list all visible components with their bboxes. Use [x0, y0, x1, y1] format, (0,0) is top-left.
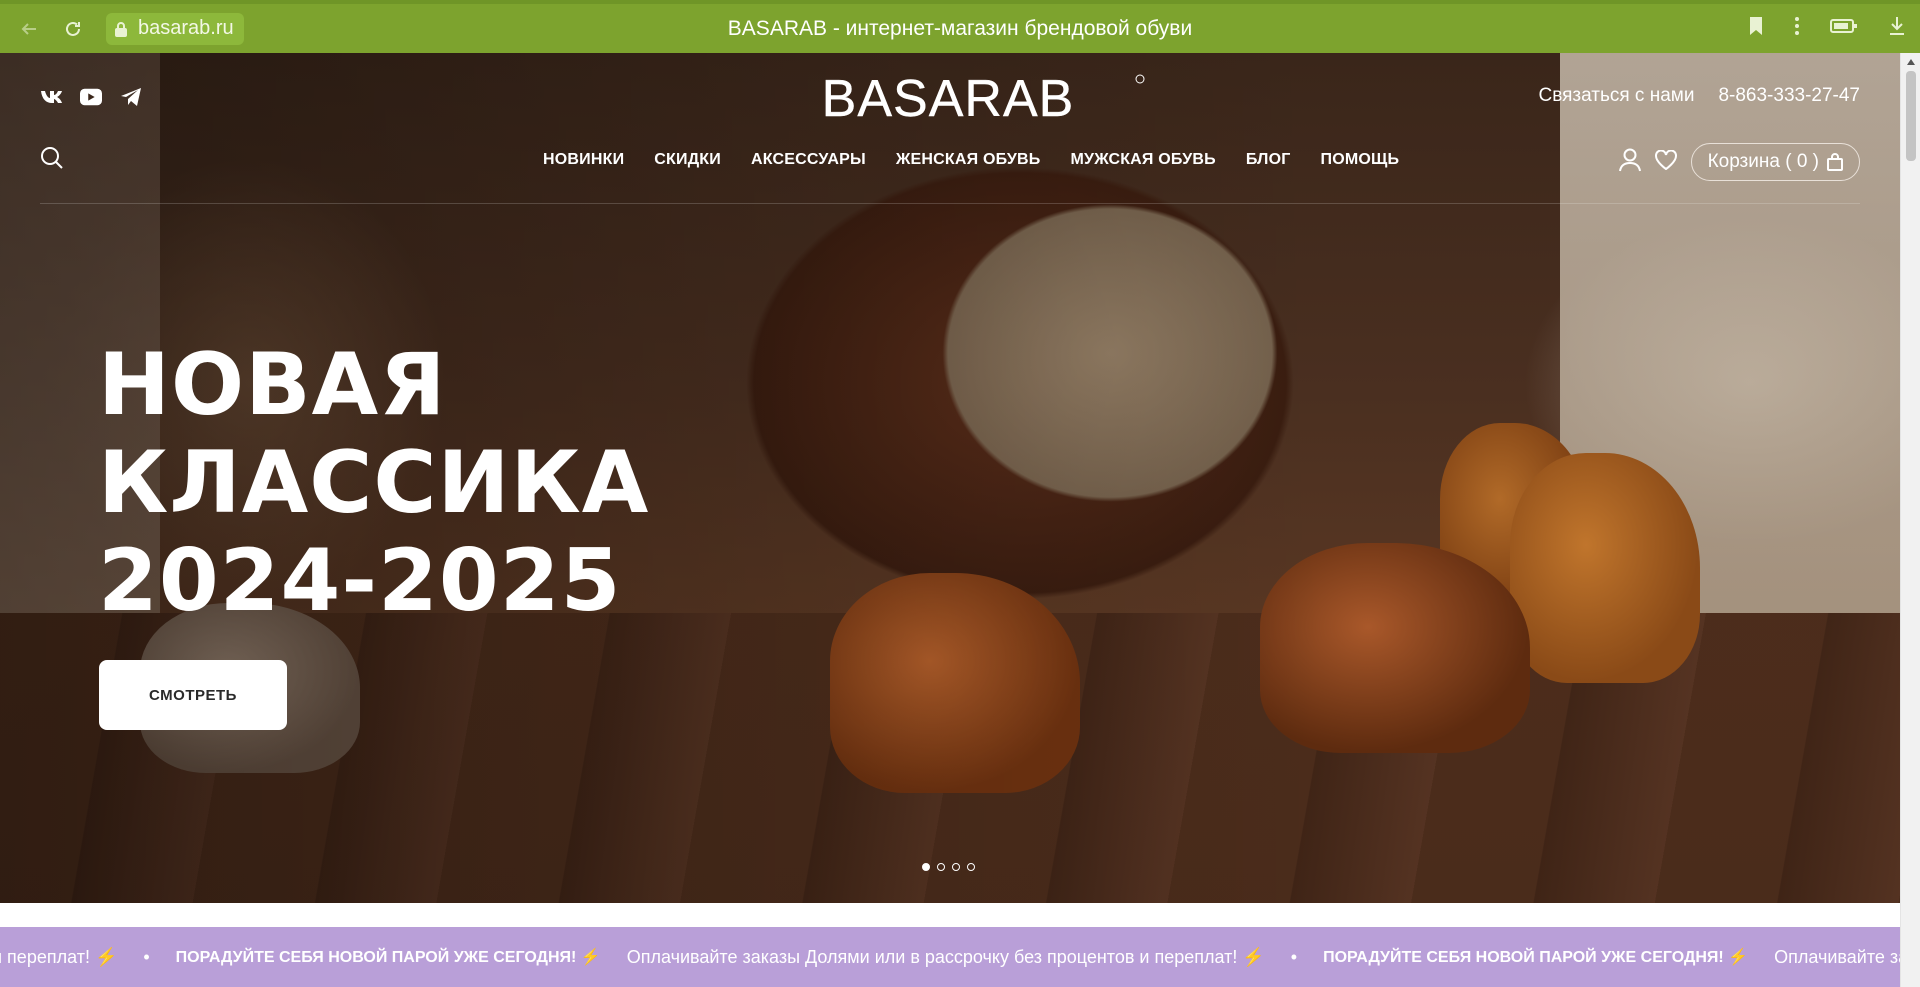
- hero-line-2: КЛАССИКА: [98, 433, 650, 533]
- browser-toolbar: basarab.ru BASARAB - интернет-магазин бр…: [0, 0, 1920, 53]
- page-viewport: BASARAB Связаться с нами 8-863-333-27-47…: [0, 53, 1900, 987]
- basarab-logo[interactable]: BASARAB: [748, 73, 1148, 123]
- hero-headline: НОВАЯ КЛАССИКА 2024-2025: [98, 336, 649, 630]
- slider-dot-1[interactable]: [922, 863, 930, 871]
- menu-item-women[interactable]: ЖЕНСКАЯ ОБУВЬ: [896, 151, 1041, 169]
- ticker-separator: •: [143, 946, 150, 967]
- slider-dots: [922, 863, 975, 871]
- arrow-left-icon: [21, 22, 36, 35]
- ticker-item: ПОРАДУЙТЕ СЕБЯ НОВОЙ ПАРОЙ УЖЕ СЕГОДНЯ! …: [175, 948, 601, 966]
- tab-title: BASARAB - интернет-магазин брендовой обу…: [727, 16, 1193, 40]
- menu-item-blog[interactable]: БЛОГ: [1246, 151, 1291, 169]
- youtube-icon[interactable]: [80, 86, 102, 108]
- ticker-item: и переплат! ⚡: [0, 946, 118, 967]
- download-icon[interactable]: [1888, 16, 1906, 41]
- menu-item-accessories[interactable]: АКСЕССУАРЫ: [751, 151, 866, 169]
- phone-link[interactable]: 8-863-333-27-47: [1718, 85, 1860, 107]
- menu-item-sale[interactable]: СКИДКИ: [654, 151, 721, 169]
- scroll-up-arrow[interactable]: [1907, 59, 1915, 65]
- menu-item-help[interactable]: ПОМОЩЬ: [1321, 151, 1400, 169]
- cart-label: Корзина ( 0 ): [1707, 151, 1819, 172]
- slider-dot-2[interactable]: [937, 863, 945, 871]
- vk-icon[interactable]: [40, 86, 62, 108]
- page-scrollbar[interactable]: [1900, 53, 1920, 987]
- slider-dot-3[interactable]: [952, 863, 960, 871]
- back-button[interactable]: [12, 12, 46, 46]
- menu-item-new[interactable]: НОВИНКИ: [543, 151, 624, 169]
- ticker-item: ПОРАДУЙТЕ СЕБЯ НОВОЙ ПАРОЙ УЖЕ СЕГОДНЯ! …: [1323, 948, 1749, 966]
- logo-text: BASARAB: [822, 73, 1075, 123]
- lock-icon: [115, 21, 127, 37]
- social-links: [40, 86, 142, 108]
- telegram-icon[interactable]: [120, 86, 142, 108]
- promo-ticker: и переплат! ⚡ • ПОРАДУЙТЕ СЕБЯ НОВОЙ ПАР…: [0, 927, 1900, 987]
- hero-line-3: 2024-2025: [98, 531, 622, 631]
- address-bar[interactable]: basarab.ru: [106, 12, 244, 45]
- reload-button[interactable]: [56, 12, 90, 46]
- more-menu-icon[interactable]: [1794, 16, 1800, 41]
- ticker-item: Оплачивайте заказы Долями или в рассрочк…: [626, 946, 1265, 967]
- view-button[interactable]: СМОТРЕТЬ: [99, 660, 287, 730]
- slider-dot-4[interactable]: [967, 863, 975, 871]
- user-icon[interactable]: [1618, 148, 1641, 177]
- main-menu: НОВИНКИ СКИДКИ АКСЕССУАРЫ ЖЕНСКАЯ ОБУВЬ …: [543, 151, 1399, 169]
- search-icon[interactable]: [40, 146, 64, 175]
- cart-button[interactable]: Корзина ( 0 ): [1690, 143, 1860, 181]
- url-text: basarab.ru: [138, 17, 234, 39]
- hero-banner: BASARAB Связаться с нами 8-863-333-27-47…: [0, 53, 1900, 903]
- battery-icon: [1830, 18, 1858, 39]
- ticker-separator: •: [1290, 946, 1298, 967]
- header-divider: [40, 203, 1860, 204]
- scroll-thumb[interactable]: [1906, 71, 1916, 161]
- reload-icon: [66, 21, 80, 36]
- contact-link[interactable]: Связаться с нами: [1539, 85, 1695, 107]
- bookmark-icon[interactable]: [1748, 16, 1764, 41]
- heart-icon[interactable]: [1654, 148, 1677, 175]
- shopping-bag-icon: [1827, 153, 1843, 171]
- menu-item-men[interactable]: МУЖСКАЯ ОБУВЬ: [1071, 151, 1216, 169]
- hero-line-1: НОВАЯ: [98, 335, 447, 435]
- ticker-item: Оплачивайте заказ: [1774, 946, 1900, 967]
